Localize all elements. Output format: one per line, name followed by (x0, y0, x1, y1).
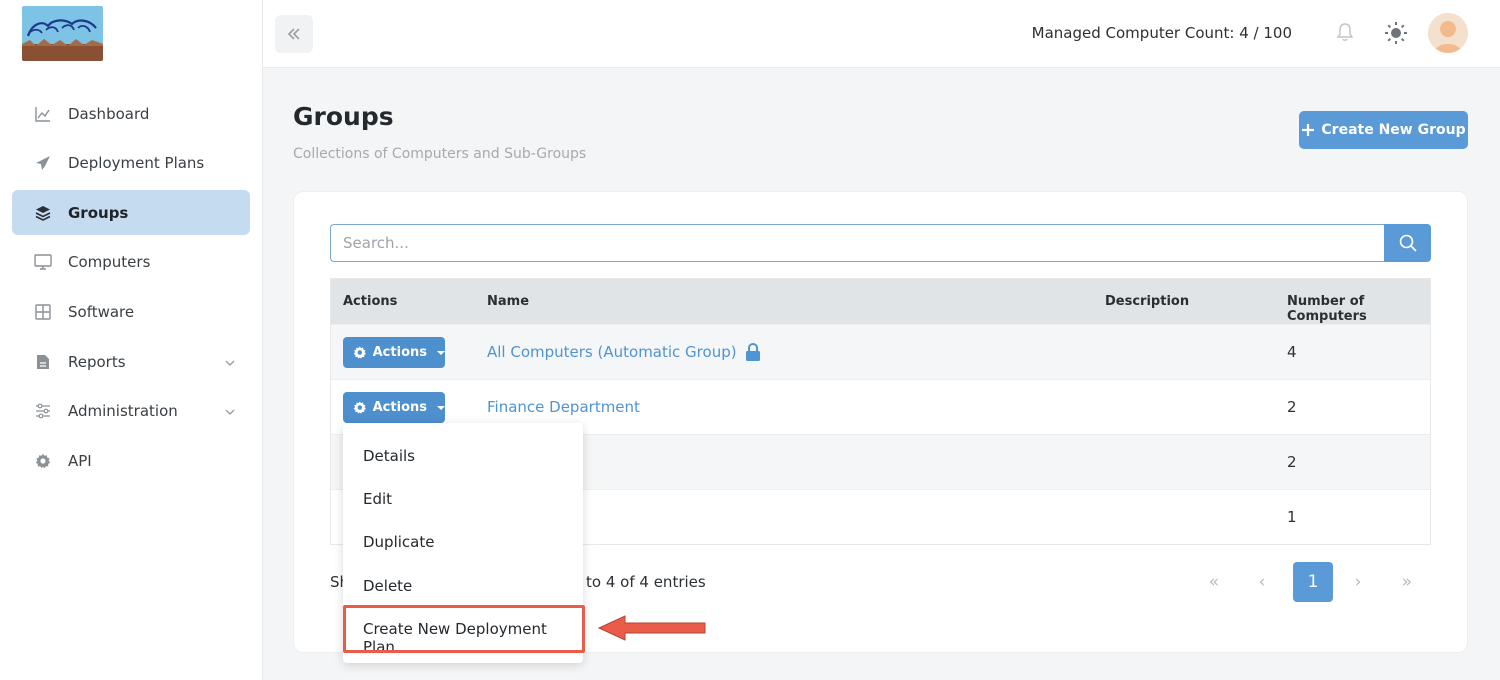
column-header-name[interactable]: Name (487, 294, 529, 309)
computer-count: 1 (1287, 508, 1297, 526)
pagination-prev[interactable]: ‹ (1242, 562, 1282, 602)
pagination-next[interactable]: › (1338, 562, 1378, 602)
top-bar: Managed Computer Count: 4 / 100 (263, 0, 1500, 68)
actions-label: Actions (372, 345, 427, 360)
plus-icon (1302, 124, 1315, 136)
sliders-icon (34, 402, 52, 420)
callout-arrow-icon (597, 615, 706, 641)
sidebar-item-computers[interactable]: Computers (12, 239, 250, 284)
group-name-link[interactable]: All Computers (Automatic Group) (487, 343, 761, 361)
group-name[interactable]: All Computers (Automatic Group) (487, 343, 737, 361)
caret-down-icon (437, 405, 445, 410)
entries-suffix: to 4 of 4 entries (586, 573, 706, 591)
pagination-last[interactable]: » (1387, 562, 1427, 602)
monitor-icon (34, 253, 52, 271)
actions-dropdown-button[interactable]: Actions (343, 392, 445, 423)
sidebar-item-label: Groups (68, 203, 129, 222)
double-chevron-left-icon (287, 28, 300, 40)
sidebar: Dashboard Deployment Plans Groups Comput… (0, 0, 263, 680)
sidebar-item-label: Computers (68, 252, 151, 271)
sidebar-item-dashboard[interactable]: Dashboard (12, 91, 250, 136)
sidebar-item-label: Reports (68, 352, 126, 371)
grid-icon (34, 303, 52, 321)
computer-count: 2 (1287, 398, 1297, 416)
table-header: Actions Name Description Number of Compu… (331, 279, 1430, 324)
menu-item-duplicate[interactable]: Duplicate (363, 533, 434, 551)
bell-icon[interactable] (1336, 22, 1354, 46)
search-bar (330, 224, 1431, 262)
caret-down-icon (437, 350, 445, 355)
sidebar-item-label: Dashboard (68, 104, 150, 123)
lock-icon (745, 343, 760, 361)
column-header-description[interactable]: Description (1105, 294, 1189, 309)
layers-icon (34, 204, 52, 222)
chart-line-icon (34, 105, 52, 123)
create-new-group-button[interactable]: Create New Group (1299, 111, 1468, 149)
table-row: Actions All Computers (Automatic Group) … (331, 324, 1430, 379)
computer-count: 2 (1287, 453, 1297, 471)
sidebar-item-label: Deployment Plans (68, 153, 205, 172)
search-button[interactable] (1384, 224, 1431, 262)
chocolatey-logo[interactable] (22, 6, 103, 61)
sidebar-item-reports[interactable]: Reports (12, 339, 250, 384)
managed-computer-count: Managed Computer Count: 4 / 100 (1031, 24, 1292, 42)
gear-icon (353, 346, 366, 359)
chevron-down-icon (224, 354, 236, 373)
sidebar-item-label: Software (68, 302, 135, 321)
column-header-actions[interactable]: Actions (343, 294, 397, 309)
sidebar-item-administration[interactable]: Administration (12, 388, 250, 433)
computer-count: 4 (1287, 343, 1297, 361)
group-name-link[interactable]: Finance Department (487, 398, 640, 416)
collapse-sidebar-button[interactable] (275, 15, 313, 53)
create-new-group-label: Create New Group (1321, 122, 1466, 138)
gear-icon (353, 401, 366, 414)
highlight-box (343, 605, 585, 653)
sidebar-item-deployment-plans[interactable]: Deployment Plans (12, 140, 250, 185)
sidebar-item-label: API (68, 451, 92, 470)
search-icon (1399, 234, 1417, 252)
actions-label: Actions (372, 400, 427, 415)
group-name[interactable]: Finance Department (487, 398, 640, 416)
menu-item-details[interactable]: Details (363, 447, 415, 465)
sidebar-item-label: Administration (68, 401, 178, 420)
page-title: Groups (293, 102, 394, 131)
pagination-first[interactable]: « (1194, 562, 1234, 602)
gear-icon (34, 452, 52, 470)
search-input[interactable] (330, 224, 1385, 262)
page-subtitle: Collections of Computers and Sub-Groups (293, 146, 587, 162)
sidebar-item-groups[interactable]: Groups (12, 190, 250, 235)
chevron-down-icon (224, 403, 236, 422)
report-icon (34, 353, 52, 371)
sidebar-item-software[interactable]: Software (12, 289, 250, 334)
menu-item-delete[interactable]: Delete (363, 577, 412, 595)
pagination-page-1[interactable]: 1 (1293, 562, 1333, 602)
column-header-number-of-computers[interactable]: Number of Computers (1287, 294, 1430, 324)
avatar[interactable] (1428, 13, 1468, 53)
paper-plane-icon (34, 154, 52, 172)
sun-icon[interactable] (1384, 21, 1408, 49)
sidebar-item-api[interactable]: API (12, 438, 250, 483)
menu-item-edit[interactable]: Edit (363, 490, 392, 508)
actions-dropdown-button[interactable]: Actions (343, 337, 445, 368)
